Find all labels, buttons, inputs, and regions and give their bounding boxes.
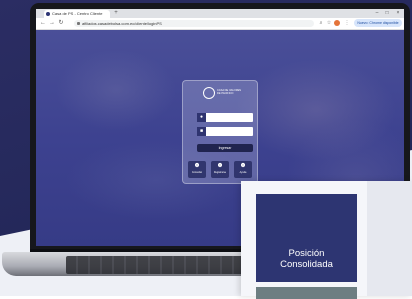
- quick-link-ayuda[interactable]: ☻ Ayuda: [234, 161, 252, 178]
- lock-icon: [77, 22, 80, 25]
- browser-tab[interactable]: Casa de PS - Centro Cliente: [44, 10, 110, 18]
- address-bar[interactable]: afiliados.casadebolsa.com.ec/cliente/log…: [74, 20, 314, 27]
- password-field[interactable]: ■: [197, 127, 253, 136]
- tile-label: Posición Consolidada: [256, 248, 357, 270]
- brand-logo: CASA DE VALORES DE PACIFICO: [203, 85, 241, 103]
- favicon-icon: [46, 12, 50, 16]
- user-icon: ●: [197, 113, 206, 122]
- star-icon[interactable]: ☆: [326, 20, 332, 27]
- lock-icon: ■: [197, 127, 206, 136]
- posicion-consolidada-tile[interactable]: Posición Consolidada: [256, 194, 357, 282]
- update-chrome-button[interactable]: Nuevo: Chrome disponible: [354, 19, 402, 27]
- user-icon: ☻: [239, 162, 247, 169]
- login-button[interactable]: Ingresar: [197, 144, 253, 152]
- secondary-tile[interactable]: [256, 287, 357, 299]
- forward-icon[interactable]: →: [48, 19, 56, 28]
- logo-mark: [203, 87, 215, 99]
- tile-label-line2: Consolidada: [280, 259, 333, 270]
- quick-link-label: Ayuda: [239, 171, 247, 174]
- user-icon: ☻: [216, 162, 224, 169]
- browser-tab-bar: Casa de PS - Centro Cliente + – □ ×: [36, 9, 404, 18]
- back-icon[interactable]: ←: [39, 19, 47, 28]
- login-card: CASA DE VALORES DE PACIFICO ● ■ Ingresar…: [182, 80, 258, 184]
- side-panel: Posición Consolidada: [241, 181, 412, 299]
- username-field[interactable]: ●: [197, 113, 253, 122]
- reload-icon[interactable]: ↻: [57, 19, 65, 28]
- brand-text: CASA DE VALORES DE PACIFICO: [217, 89, 242, 95]
- close-icon[interactable]: ×: [393, 9, 403, 18]
- quick-link-label: Registrarse: [213, 171, 227, 174]
- quick-link-registrarse[interactable]: ☻ Registrarse: [211, 161, 229, 178]
- browser-toolbar: ← → ↻ afiliados.casadebolsa.com.ec/clien…: [36, 18, 404, 30]
- quick-link-consultar[interactable]: ☻ Consultar: [188, 161, 206, 178]
- profile-avatar[interactable]: [334, 20, 340, 26]
- zoom-icon[interactable]: ⌕: [318, 20, 324, 27]
- user-icon: ☻: [193, 162, 201, 169]
- panel-strip: [367, 181, 412, 296]
- new-tab-button[interactable]: +: [112, 9, 120, 18]
- tile-label-line1: Posición: [288, 248, 325, 259]
- url-text: afiliados.casadebolsa.com.ec/cliente/log…: [82, 21, 162, 26]
- quick-link-label: Consultar: [191, 171, 203, 174]
- tab-title: Casa de PS - Centro Cliente: [52, 11, 103, 16]
- maximize-icon[interactable]: □: [382, 9, 392, 18]
- extensions-icon[interactable]: ⋮: [344, 20, 350, 27]
- minimize-icon[interactable]: –: [372, 9, 382, 18]
